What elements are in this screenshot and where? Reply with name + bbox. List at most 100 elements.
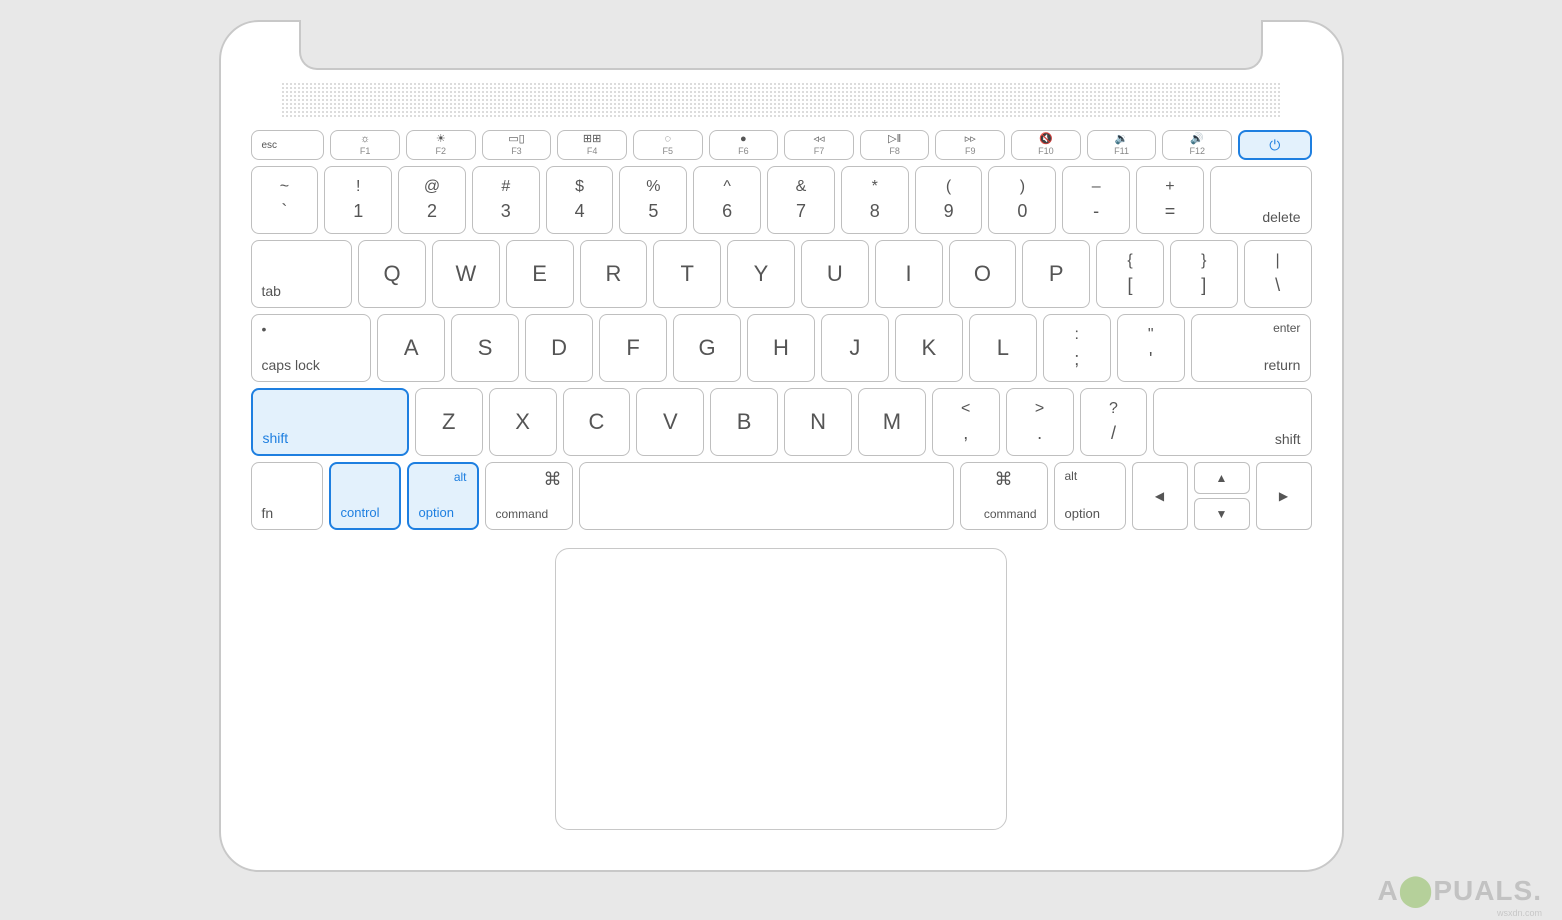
command-icon: ⌘ bbox=[544, 469, 562, 490]
key-f10[interactable]: 🔇F10 bbox=[1011, 130, 1081, 160]
key-fn[interactable]: fn bbox=[251, 462, 323, 530]
key-g[interactable]: G bbox=[673, 314, 741, 382]
key-command-left[interactable]: ⌘ command bbox=[485, 462, 573, 530]
key-command-right[interactable]: ⌘ command bbox=[960, 462, 1048, 530]
key-punct[interactable]: |\ bbox=[1244, 240, 1312, 308]
key-arrow-right[interactable]: ▶ bbox=[1256, 462, 1312, 530]
key-lower: ] bbox=[1201, 276, 1206, 296]
key-f6[interactable]: ●F6 bbox=[709, 130, 779, 160]
key-label: caps lock bbox=[262, 357, 320, 373]
key-2[interactable]: @2 bbox=[398, 166, 466, 234]
key-9[interactable]: (9 bbox=[915, 166, 983, 234]
key-i[interactable]: I bbox=[875, 240, 943, 308]
key-label: F bbox=[626, 335, 639, 361]
key-l[interactable]: L bbox=[969, 314, 1037, 382]
key-lower: / bbox=[1111, 424, 1116, 444]
key-d[interactable]: D bbox=[525, 314, 593, 382]
key-b[interactable]: B bbox=[710, 388, 778, 456]
key-p[interactable]: P bbox=[1022, 240, 1090, 308]
key-x[interactable]: X bbox=[489, 388, 557, 456]
key-f1[interactable]: ☼F1 bbox=[330, 130, 400, 160]
key-u[interactable]: U bbox=[801, 240, 869, 308]
key-label: N bbox=[810, 409, 826, 435]
key-r[interactable]: R bbox=[580, 240, 648, 308]
key-f2[interactable]: ☀F2 bbox=[406, 130, 476, 160]
arrow-up-icon: ▲ bbox=[1216, 471, 1228, 485]
key-`[interactable]: ~` bbox=[251, 166, 319, 234]
key-4[interactable]: $4 bbox=[546, 166, 614, 234]
key-e[interactable]: E bbox=[506, 240, 574, 308]
key--[interactable]: –- bbox=[1062, 166, 1130, 234]
key-shift-right[interactable]: shift bbox=[1153, 388, 1311, 456]
key-f12[interactable]: 🔊F12 bbox=[1162, 130, 1232, 160]
key-f5[interactable]: ◌F5 bbox=[633, 130, 703, 160]
key-punct[interactable]: >. bbox=[1006, 388, 1074, 456]
key-upper: ) bbox=[1020, 178, 1025, 196]
key-esc[interactable]: esc bbox=[251, 130, 325, 160]
key-f9[interactable]: ▹▹F9 bbox=[935, 130, 1005, 160]
key-arrow-left[interactable]: ◀ bbox=[1132, 462, 1188, 530]
fn-icon: 🔇 bbox=[1039, 134, 1053, 145]
key-punct[interactable]: }] bbox=[1170, 240, 1238, 308]
key-8[interactable]: *8 bbox=[841, 166, 909, 234]
key-n[interactable]: N bbox=[784, 388, 852, 456]
key-option-right[interactable]: alt option bbox=[1054, 462, 1126, 530]
key-return[interactable]: enter return bbox=[1191, 314, 1312, 382]
key-q[interactable]: Q bbox=[358, 240, 426, 308]
key-label: control bbox=[341, 505, 380, 520]
key-f[interactable]: F bbox=[599, 314, 667, 382]
key-f11[interactable]: 🔉F11 bbox=[1087, 130, 1157, 160]
key-f7[interactable]: ◃◃F7 bbox=[784, 130, 854, 160]
key-f8[interactable]: ▷‖F8 bbox=[860, 130, 930, 160]
key-j[interactable]: J bbox=[821, 314, 889, 382]
key-lower: ' bbox=[1149, 350, 1152, 370]
fn-icon: 🔊 bbox=[1190, 134, 1204, 145]
key-label: F8 bbox=[889, 146, 900, 156]
key-m[interactable]: M bbox=[858, 388, 926, 456]
key-7[interactable]: &7 bbox=[767, 166, 835, 234]
key-a[interactable]: A bbox=[377, 314, 445, 382]
trackpad[interactable] bbox=[555, 548, 1007, 830]
key-delete[interactable]: delete bbox=[1210, 166, 1312, 234]
key-punct[interactable]: {[ bbox=[1096, 240, 1164, 308]
fn-icon: ▹▹ bbox=[965, 134, 976, 145]
key-6[interactable]: ^6 bbox=[693, 166, 761, 234]
key-v[interactable]: V bbox=[636, 388, 704, 456]
key-arrow-up[interactable]: ▲ bbox=[1194, 462, 1250, 494]
key-s[interactable]: S bbox=[451, 314, 519, 382]
key-3[interactable]: #3 bbox=[472, 166, 540, 234]
key-k[interactable]: K bbox=[895, 314, 963, 382]
key-capslock[interactable]: • caps lock bbox=[251, 314, 372, 382]
key-shift-left[interactable]: shift bbox=[251, 388, 409, 456]
key-=[interactable]: += bbox=[1136, 166, 1204, 234]
key-1[interactable]: !1 bbox=[324, 166, 392, 234]
key-control[interactable]: control bbox=[329, 462, 401, 530]
key-z[interactable]: Z bbox=[415, 388, 483, 456]
key-h[interactable]: H bbox=[747, 314, 815, 382]
key-t[interactable]: T bbox=[653, 240, 721, 308]
key-upper: ( bbox=[946, 178, 951, 196]
key-tab[interactable]: tab bbox=[251, 240, 353, 308]
key-punct[interactable]: ?/ bbox=[1080, 388, 1148, 456]
key-0[interactable]: )0 bbox=[988, 166, 1056, 234]
key-label: T bbox=[681, 261, 694, 287]
key-c[interactable]: C bbox=[563, 388, 631, 456]
key-f4[interactable]: ⊞⊞F4 bbox=[557, 130, 627, 160]
key-power[interactable]: ⏻ bbox=[1238, 130, 1312, 160]
key-upper: ? bbox=[1109, 400, 1118, 418]
key-arrow-down[interactable]: ▼ bbox=[1194, 498, 1250, 530]
key-label: L bbox=[997, 335, 1009, 361]
key-y[interactable]: Y bbox=[727, 240, 795, 308]
key-label: O bbox=[974, 261, 991, 287]
key-label: F5 bbox=[662, 146, 673, 156]
key-punct[interactable]: <, bbox=[932, 388, 1000, 456]
key-o[interactable]: O bbox=[949, 240, 1017, 308]
key-punct[interactable]: :; bbox=[1043, 314, 1111, 382]
key-f3[interactable]: ▭▯F3 bbox=[482, 130, 552, 160]
watermark-text-post: PUALS. bbox=[1433, 875, 1542, 907]
key-option-left[interactable]: alt option bbox=[407, 462, 479, 530]
key-spacebar[interactable] bbox=[579, 462, 954, 530]
key-w[interactable]: W bbox=[432, 240, 500, 308]
key-5[interactable]: %5 bbox=[619, 166, 687, 234]
key-punct[interactable]: "' bbox=[1117, 314, 1185, 382]
